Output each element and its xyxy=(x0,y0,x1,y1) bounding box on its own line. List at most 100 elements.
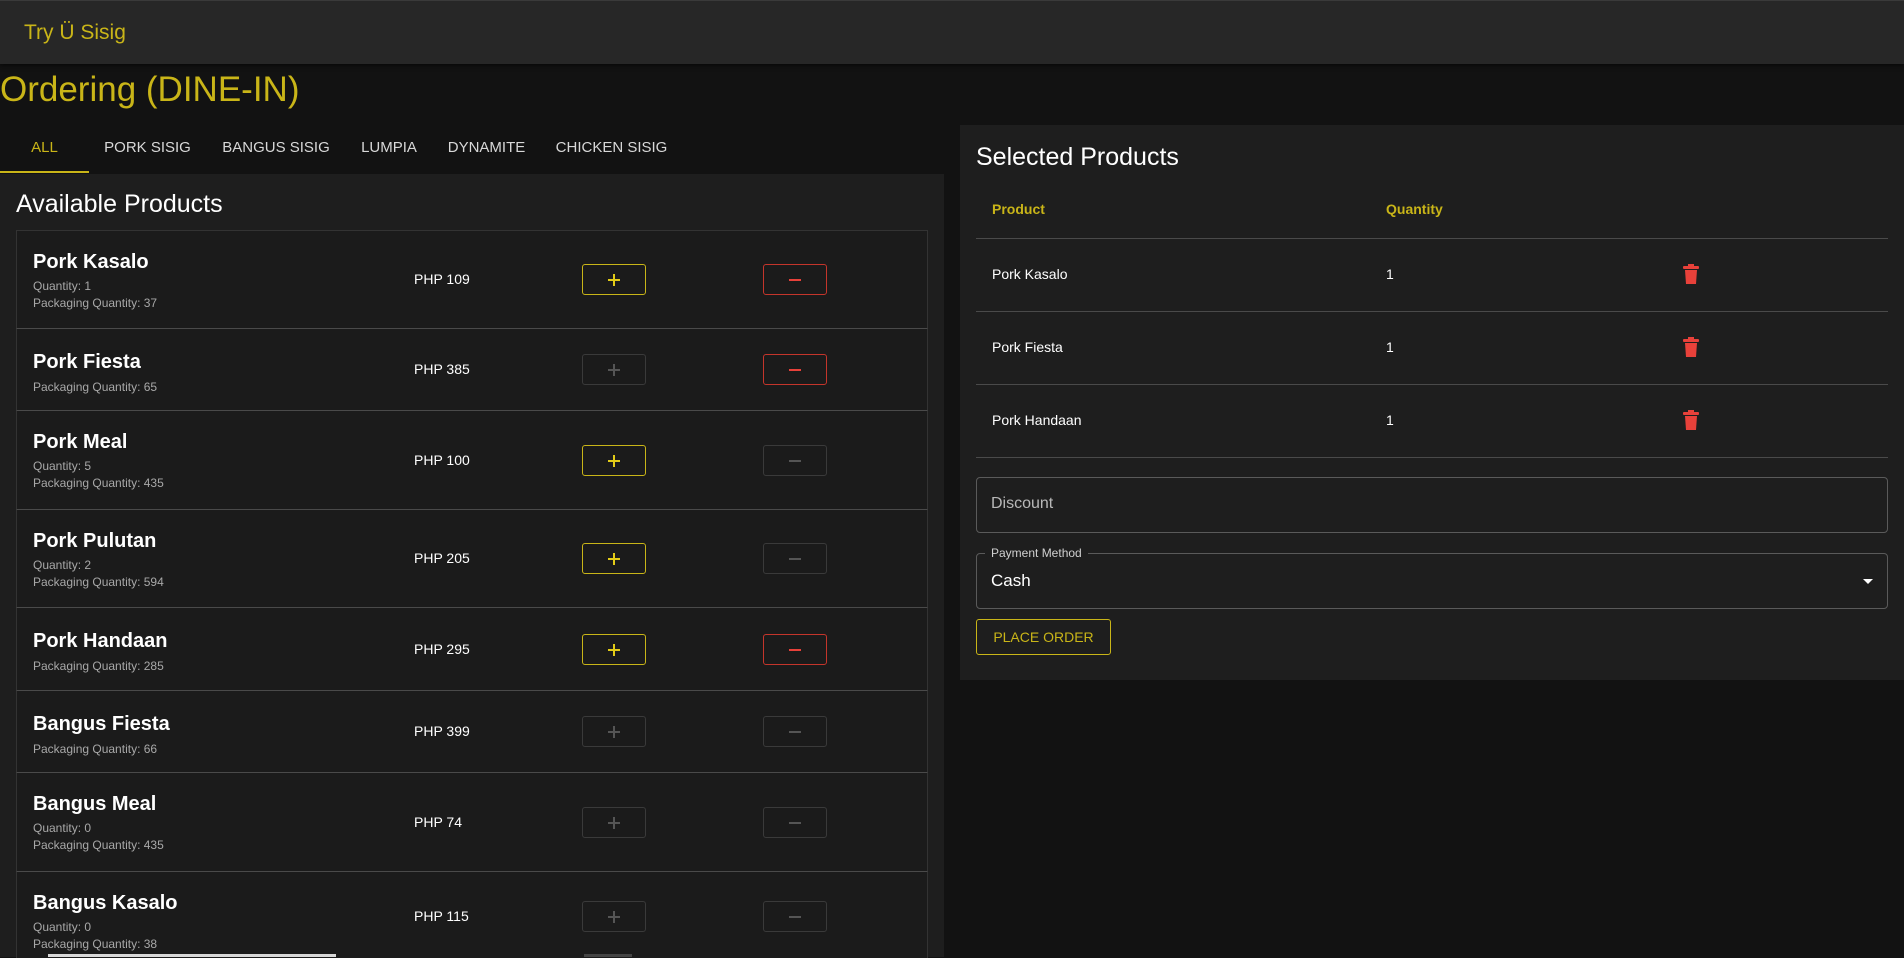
tab-all[interactable]: ALL xyxy=(0,127,89,173)
product-name: Pork Fiesta xyxy=(33,351,141,373)
product-row: Pork Handaan Packaging Quantity: 285 PHP 2… xyxy=(16,608,928,691)
product-price: PHP 115 xyxy=(414,908,469,924)
product-row: Bangus Meal Quantity: 0 Packaging Quantity… xyxy=(16,773,928,872)
column-header-product: Product xyxy=(992,201,1045,217)
product-name: Pork Kasalo xyxy=(33,251,149,273)
delete-icon[interactable] xyxy=(1682,264,1700,284)
minus-icon xyxy=(789,459,801,462)
product-list[interactable]: Pork Kasalo Quantity: 1 Packaging Quantity… xyxy=(16,230,928,958)
available-products-title: Available Products xyxy=(16,190,223,218)
app-title[interactable]: Try Ü Sisig xyxy=(24,21,126,45)
plus-icon-stem xyxy=(613,553,615,565)
selected-product-quantity: 1 xyxy=(1386,339,1394,355)
minus-icon xyxy=(789,821,801,824)
product-row: Pork Fiesta Packaging Quantity: 65 PHP 385 xyxy=(16,329,928,411)
plus-icon-stem xyxy=(613,454,615,467)
minus-icon xyxy=(789,916,801,918)
tab-bangus-sisig[interactable]: BANGUS SISIG xyxy=(208,127,344,173)
selected-product-quantity: 1 xyxy=(1386,266,1394,282)
place-order-button[interactable]: PLACE ORDER xyxy=(976,619,1111,655)
plus-icon-stem xyxy=(613,816,615,829)
product-packaging-quantity: Packaging Quantity: 594 xyxy=(33,575,164,589)
plus-icon-stem xyxy=(613,274,615,286)
product-packaging-quantity: Packaging Quantity: 435 xyxy=(33,838,164,852)
category-tabs: ALL PORK SISIG BANGUS SISIG LUMPIA DYNAMITE C… xyxy=(0,127,944,173)
add-quantity-button[interactable] xyxy=(582,444,646,476)
tab-lumpia[interactable]: LUMPIA xyxy=(344,127,434,173)
product-row: Pork Kasalo Quantity: 1 Packaging Quantity… xyxy=(16,231,928,329)
product-quantity: Quantity: 2 xyxy=(33,558,92,572)
selected-product-name: Pork Handaan xyxy=(992,412,1082,428)
product-price: PHP 399 xyxy=(414,723,470,739)
remove-quantity-button[interactable] xyxy=(763,806,827,838)
caret-down-icon xyxy=(1863,579,1873,584)
remove-quantity-button[interactable] xyxy=(763,354,827,385)
table-row-divider xyxy=(976,457,1888,458)
discount-input[interactable]: Discount xyxy=(976,477,1888,533)
product-price: PHP 109 xyxy=(414,271,470,287)
add-quantity-button[interactable] xyxy=(582,633,646,665)
product-quantity: Quantity: 0 xyxy=(33,920,92,934)
product-packaging-quantity: Packaging Quantity: 38 xyxy=(33,937,158,951)
page-title: Ordering (DINE-IN) xyxy=(0,70,300,109)
selected-product-name: Pork Kasalo xyxy=(992,266,1068,282)
tab-dynamite[interactable]: DYNAMITE xyxy=(434,127,539,173)
plus-icon-stem xyxy=(613,726,615,738)
table-divider xyxy=(976,238,1888,239)
product-packaging-quantity: Packaging Quantity: 37 xyxy=(33,296,158,310)
add-quantity-button[interactable] xyxy=(582,354,646,385)
minus-icon xyxy=(789,279,801,281)
minus-icon xyxy=(789,558,801,560)
product-name: Pork Meal xyxy=(33,431,128,453)
tab-pork-sisig[interactable]: PORK SISIG xyxy=(89,127,206,173)
product-row: Bangus Kasalo Quantity: 0 Packaging Quanti… xyxy=(16,872,928,958)
product-row: Pork Pulutan Quantity: 2 Packaging Quantit… xyxy=(16,510,928,608)
tab-chicken-sisig[interactable]: CHICKEN SISIG xyxy=(539,127,684,173)
product-price: PHP 74 xyxy=(414,813,462,830)
product-row: Pork Meal Quantity: 5 Packaging Quantity: … xyxy=(16,411,928,510)
add-quantity-button[interactable] xyxy=(582,543,646,574)
remove-quantity-button[interactable] xyxy=(763,633,827,665)
table-row-divider xyxy=(976,311,1888,312)
product-packaging-quantity: Packaging Quantity: 435 xyxy=(33,476,164,490)
product-row: Bangus Fiesta Packaging Quantity: 66 PHP 3… xyxy=(16,691,928,773)
delete-icon[interactable] xyxy=(1682,410,1700,430)
remove-quantity-button[interactable] xyxy=(763,716,827,747)
payment-method-value: Cash xyxy=(991,571,1031,590)
add-quantity-button[interactable] xyxy=(582,901,646,932)
app-bar: Try Ü Sisig xyxy=(0,0,1904,64)
product-packaging-quantity: Packaging Quantity: 65 xyxy=(33,380,158,394)
product-packaging-quantity: Packaging Quantity: 285 xyxy=(33,659,164,673)
delete-icon[interactable] xyxy=(1682,337,1700,357)
product-quantity: Quantity: 0 xyxy=(33,821,92,835)
available-products-panel: Available Products Pork Kasalo Quantity: … xyxy=(0,174,944,958)
table-row-divider xyxy=(976,384,1888,385)
column-header-quantity: Quantity xyxy=(1386,201,1443,217)
plus-icon-stem xyxy=(613,643,615,656)
product-quantity: Quantity: 5 xyxy=(33,459,92,473)
plus-icon-stem xyxy=(613,911,615,923)
payment-method-select[interactable]: Payment Method Cash xyxy=(976,546,1888,609)
selected-products-panel: Selected Products Product Quantity Pork … xyxy=(960,125,1904,680)
plus-icon-stem xyxy=(613,364,615,376)
remove-quantity-button[interactable] xyxy=(763,901,827,932)
product-quantity: Quantity: 1 xyxy=(33,279,92,293)
product-name: Bangus Meal xyxy=(33,793,157,815)
remove-quantity-button[interactable] xyxy=(763,543,827,574)
product-name: Bangus Kasalo xyxy=(33,892,178,914)
add-quantity-button[interactable] xyxy=(582,716,646,747)
selected-product-quantity: 1 xyxy=(1386,412,1394,428)
minus-icon xyxy=(789,731,801,733)
remove-quantity-button[interactable] xyxy=(763,264,827,295)
minus-icon xyxy=(789,369,801,371)
remove-quantity-button[interactable] xyxy=(763,444,827,476)
product-price: PHP 385 xyxy=(414,361,470,377)
product-name: Bangus Fiesta xyxy=(33,713,170,735)
product-packaging-quantity: Packaging Quantity: 66 xyxy=(33,742,158,756)
add-quantity-button[interactable] xyxy=(582,264,646,295)
product-name: Pork Handaan xyxy=(33,630,168,652)
product-name: Pork Pulutan xyxy=(33,530,157,552)
discount-placeholder: Discount xyxy=(991,495,1054,512)
payment-method-label: Payment Method xyxy=(985,546,1088,560)
add-quantity-button[interactable] xyxy=(582,806,646,838)
